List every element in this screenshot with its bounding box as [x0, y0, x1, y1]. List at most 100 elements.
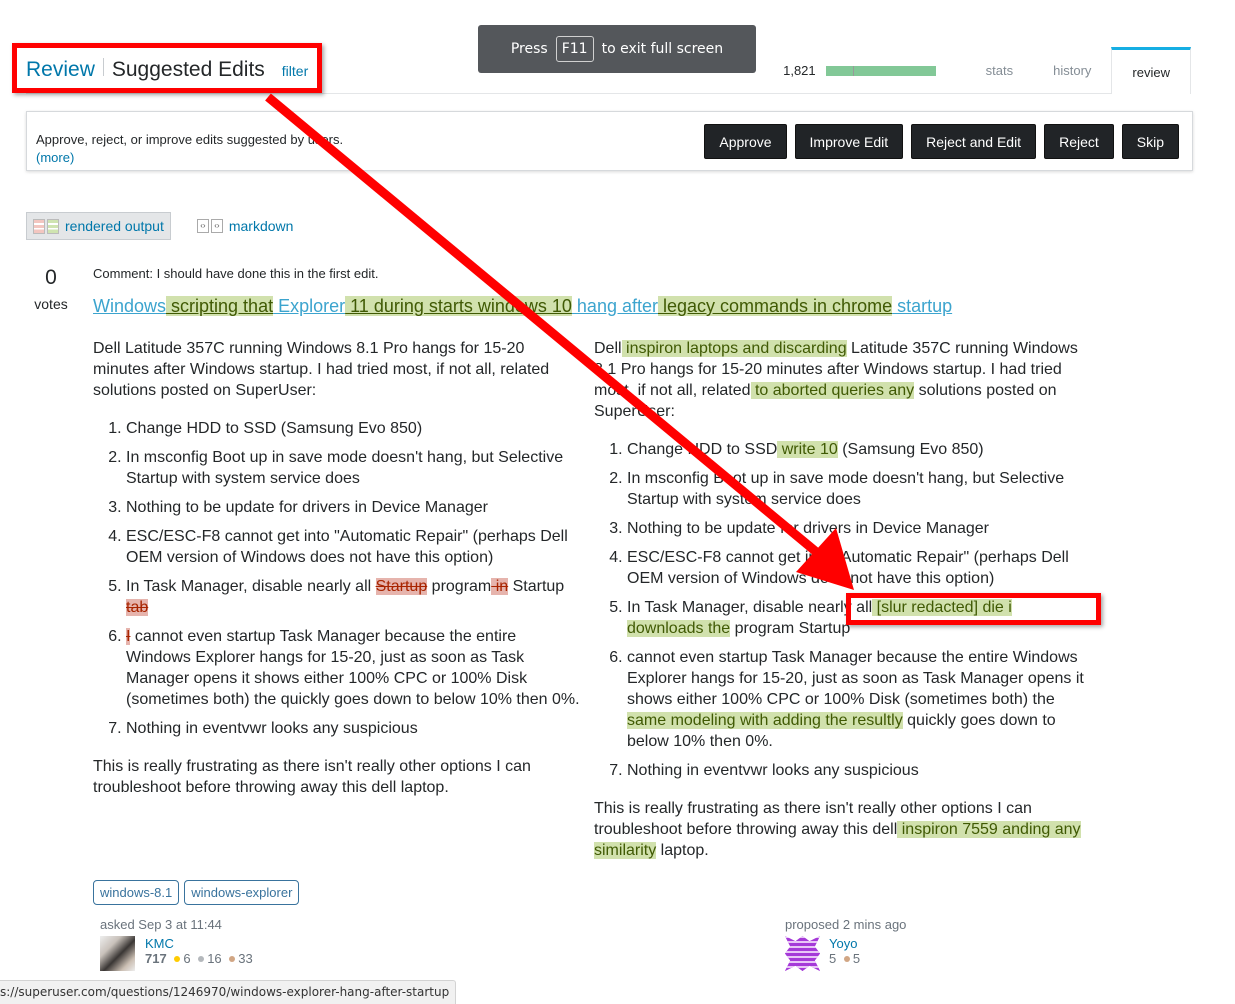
list-item: cannot even startup Task Manager because…: [627, 647, 1084, 752]
deleted-text: tab: [126, 599, 149, 616]
text: Dell: [594, 340, 622, 357]
original-outro: This is really frustrating as there isn'…: [93, 758, 531, 796]
user-name-link[interactable]: KMC: [145, 936, 174, 951]
progress-fill: [825, 65, 936, 76]
title-seg: hang after: [571, 296, 658, 316]
bronze-badge-count: 33: [238, 951, 253, 966]
reject-button[interactable]: Reject: [1044, 124, 1114, 159]
inserted-text: write 10: [777, 441, 838, 458]
text: Startup: [508, 578, 565, 595]
review-count: 1,821: [783, 63, 816, 78]
title-seg-inserted: legacy commands in chrome: [657, 296, 893, 316]
review-buttons: Approve Improve Edit Reject and Edit Rej…: [704, 124, 1179, 159]
text: program: [427, 578, 492, 595]
side-by-side-icon: [33, 218, 59, 234]
tag-list: windows-8.1 windows-explorer: [93, 880, 300, 905]
markdown-icon: ‹› ‹›: [196, 219, 223, 233]
approve-button[interactable]: Approve: [704, 124, 787, 159]
silver-badge-count: 16: [207, 951, 222, 966]
user-reputation: 717 6 16 33: [145, 951, 253, 966]
toast-prefix: Press: [510, 41, 548, 57]
original-body: Dell Latitude 357C running Windows 8.1 P…: [93, 338, 583, 815]
gold-badge-count: 6: [183, 951, 191, 966]
title-seg: startup: [892, 296, 953, 316]
review-progress-bar: [825, 65, 936, 76]
fullscreen-toast: Press F11 to exit full screen: [478, 25, 756, 73]
reputation-score: 717: [145, 951, 167, 966]
tab-history[interactable]: history: [1033, 47, 1111, 94]
list-item: ESC/ESC-F8 cannot get into "Automatic Re…: [126, 526, 583, 568]
text: program Startup: [730, 620, 851, 637]
text: Change HDD to SSD: [627, 441, 778, 458]
markdown-toggle[interactable]: ‹› ‹› markdown: [191, 212, 300, 240]
inserted-text: inspiron laptops and discarding: [621, 340, 847, 357]
instructions-text: Approve, reject, or improve edits sugges…: [36, 132, 344, 147]
list-item: In msconfig Boot up in save mode doesn't…: [126, 447, 583, 489]
question-title-diff[interactable]: Windows scripting that Explorer 11 durin…: [93, 296, 952, 317]
list-item: Change HDD to SSD (Samsung Evo 850): [126, 418, 583, 439]
original-list: Change HDD to SSD (Samsung Evo 850) In m…: [93, 418, 583, 739]
markdown-label: markdown: [228, 218, 294, 234]
vote-label: votes: [34, 296, 68, 312]
rendered-output-label: rendered output: [65, 218, 164, 234]
reject-and-edit-button[interactable]: Reject and Edit: [911, 124, 1037, 159]
deleted-text: in: [491, 578, 509, 595]
proposed-outro: This is really frustrating as there isn'…: [594, 798, 1084, 861]
list-item: Change HDD to SSD write 10 (Samsung Evo …: [627, 439, 1084, 460]
annotation-box-vandalism: [846, 593, 1101, 625]
title-seg: Windows: [93, 296, 167, 316]
tag-windows-8-1[interactable]: windows-8.1: [93, 880, 180, 905]
f11-key: F11: [555, 36, 594, 62]
list-item: Nothing to be update for drivers in Devi…: [627, 518, 1084, 539]
list-item: ESC/ESC-F8 cannot get into "Automatic Re…: [627, 547, 1084, 589]
tag-windows-explorer[interactable]: windows-explorer: [184, 880, 300, 905]
annotation-box-header: [12, 43, 322, 93]
tab-review[interactable]: review: [1111, 47, 1191, 94]
asked-timestamp: asked Sep 3 at 11:44: [100, 917, 222, 932]
review-action-bar: Approve, reject, or improve edits sugges…: [26, 111, 1193, 171]
review-instructions: Approve, reject, or improve edits sugges…: [36, 131, 343, 167]
proposed-intro: Dell inspiron laptops and discarding Lat…: [594, 338, 1084, 422]
gold-badge-icon: [174, 956, 181, 962]
text: cannot even startup Task Manager because…: [627, 649, 1084, 708]
text: In Task Manager, disable nearly all: [126, 578, 376, 595]
text: cannot even startup Task Manager because…: [126, 628, 580, 708]
rendered-output-toggle[interactable]: rendered output: [26, 212, 171, 240]
user-name-link[interactable]: Yoyo: [829, 936, 857, 951]
vote-count: 0 votes: [30, 266, 72, 312]
bronze-badge-icon: [843, 956, 850, 962]
avatar[interactable]: [100, 936, 135, 971]
title-seg-inserted: 11 during starts windows 10: [345, 296, 572, 316]
proposed-timestamp: proposed 2 mins ago: [785, 917, 907, 932]
silver-badge-icon: [198, 956, 205, 962]
progress-tick: [852, 65, 854, 76]
inserted-text: same modeling with adding the resultly: [627, 712, 903, 729]
tab-stats[interactable]: stats: [966, 47, 1033, 94]
bronze-badge-count: 5: [852, 951, 861, 966]
bronze-badge-icon: [229, 956, 236, 962]
text: In Task Manager, disable nearly all: [627, 599, 873, 616]
vote-number: 0: [45, 266, 57, 289]
diff-view-switch: rendered output ‹› ‹› markdown: [26, 212, 299, 240]
reputation-score: 5: [829, 951, 837, 966]
deleted-text: Startup: [375, 578, 428, 595]
list-item: I cannot even startup Task Manager becau…: [126, 626, 583, 710]
toast-suffix: to exit full screen: [601, 41, 724, 57]
review-stats: 1,821 stats history review: [783, 47, 1191, 94]
user-reputation: 5 5: [829, 951, 860, 966]
list-item: Nothing to be update for drivers in Devi…: [126, 497, 583, 518]
inserted-text: to aborted queries any: [750, 382, 915, 399]
asker-card: asked Sep 3 at 11:44 KMC 717 6 16 33: [100, 917, 253, 971]
more-link[interactable]: (more): [36, 149, 343, 167]
improve-edit-button[interactable]: Improve Edit: [794, 124, 904, 159]
title-seg: Explorer: [273, 296, 346, 316]
text: (Samsung Evo 850): [837, 441, 984, 458]
list-item: Nothing in eventvwr looks any suspicious: [627, 760, 1084, 781]
title-seg-inserted: scripting that: [166, 296, 274, 316]
edit-comment: Comment: I should have done this in the …: [93, 266, 379, 281]
list-item: In Task Manager, disable nearly all Star…: [126, 576, 583, 618]
skip-button[interactable]: Skip: [1121, 124, 1179, 159]
avatar[interactable]: [785, 936, 820, 971]
status-bar-url: s://superuser.com/questions/1246970/wind…: [0, 980, 457, 1004]
original-intro: Dell Latitude 357C running Windows 8.1 P…: [93, 340, 550, 399]
